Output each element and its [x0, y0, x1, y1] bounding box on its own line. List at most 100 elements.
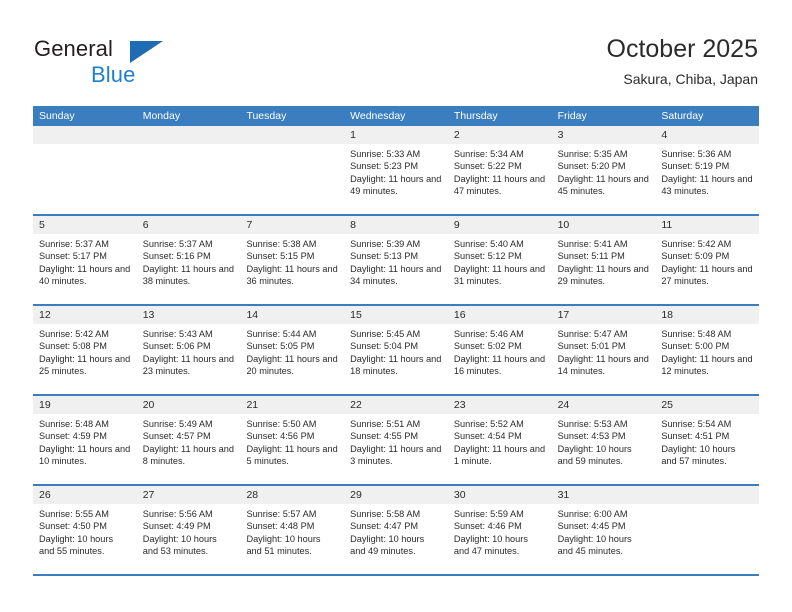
daylight-text: Daylight: 11 hours and 27 minutes.	[661, 263, 753, 286]
calendar-weeks: 1 Sunrise: 5:33 AM Sunset: 5:23 PM Daylight…	[33, 126, 760, 576]
calendar-day-cell[interactable]: 11 Sunrise: 5:42 AM Sunset: 5:09 PM Dayligh…	[655, 216, 760, 304]
calendar-day-cell[interactable]: 10 Sunrise: 5:41 AM Sunset: 5:11 PM Dayligh…	[551, 216, 656, 304]
calendar-day-cell-empty	[655, 486, 760, 574]
daylight-text: Daylight: 11 hours and 40 minutes.	[39, 263, 131, 286]
sunset-text: Sunset: 4:54 PM	[453, 431, 522, 442]
sunset-text: Sunset: 4:48 PM	[246, 521, 315, 532]
sunset-text: Sunset: 5:00 PM	[661, 341, 730, 352]
daylight-text: Daylight: 11 hours and 10 minutes.	[39, 443, 131, 466]
sunrise-text: Sunrise: 5:46 AM	[453, 329, 524, 339]
calendar-day-cell[interactable]: 25 Sunrise: 5:54 AM Sunset: 4:51 PM Dayligh…	[655, 396, 760, 484]
calendar-day-cell[interactable]: 15 Sunrise: 5:45 AM Sunset: 5:04 PM Dayligh…	[344, 306, 448, 394]
calendar-day-cell[interactable]: 22 Sunrise: 5:51 AM Sunset: 4:55 PM Dayligh…	[344, 396, 448, 484]
calendar-day-cell-empty	[136, 126, 241, 214]
calendar-day-cell[interactable]: 5 Sunrise: 5:37 AM Sunset: 5:17 PM Daylight…	[33, 216, 137, 304]
sunset-text: Sunset: 5:20 PM	[557, 161, 626, 172]
day-number: 31	[551, 486, 656, 504]
daylight-text: Daylight: 11 hours and 3 minutes.	[350, 443, 442, 466]
weekday-header-friday: Friday	[557, 110, 587, 122]
day-details: Sunrise: 5:54 AM Sunset: 4:51 PM Daylight:…	[655, 414, 759, 467]
day-details: Sunrise: 5:48 AM Sunset: 5:00 PM Daylight:…	[655, 324, 759, 377]
day-number: 23	[447, 396, 552, 414]
day-details: Sunrise: 5:56 AM Sunset: 4:49 PM Daylight:…	[137, 504, 241, 557]
day-number	[33, 126, 137, 144]
daylight-text: Daylight: 11 hours and 45 minutes.	[557, 173, 649, 196]
day-details: Sunrise: 5:49 AM Sunset: 4:57 PM Daylight:…	[137, 414, 241, 467]
sunrise-text: Sunrise: 5:44 AM	[246, 329, 317, 339]
calendar-day-cell[interactable]: 13 Sunrise: 5:43 AM Sunset: 5:06 PM Dayligh…	[136, 306, 241, 394]
sunset-text: Sunset: 4:49 PM	[142, 521, 211, 532]
day-number: 7	[240, 216, 345, 234]
weekday-header-row: Sunday Monday Tuesday Wednesday Thursday…	[33, 106, 759, 126]
sunset-text: Sunset: 5:04 PM	[350, 341, 419, 352]
day-details: Sunrise: 5:48 AM Sunset: 4:59 PM Daylight:…	[33, 414, 137, 467]
calendar-day-cell[interactable]: 18 Sunrise: 5:48 AM Sunset: 5:00 PM Dayligh…	[655, 306, 760, 394]
day-number: 11	[655, 216, 760, 234]
general-blue-logo[interactable]: General Blue	[34, 36, 254, 92]
day-details: Sunrise: 5:58 AM Sunset: 4:47 PM Daylight:…	[344, 504, 448, 557]
sunrise-text: Sunrise: 5:33 AM	[350, 149, 421, 159]
calendar-day-cell[interactable]: 23 Sunrise: 5:52 AM Sunset: 4:54 PM Dayligh…	[447, 396, 552, 484]
calendar-day-cell[interactable]: 1 Sunrise: 5:33 AM Sunset: 5:23 PM Daylight…	[344, 126, 448, 214]
calendar-day-cell[interactable]: 28 Sunrise: 5:57 AM Sunset: 4:48 PM Dayligh…	[240, 486, 345, 574]
day-details: Sunrise: 5:59 AM Sunset: 4:46 PM Daylight:…	[448, 504, 552, 557]
day-number: 9	[447, 216, 552, 234]
calendar-day-cell[interactable]: 7 Sunrise: 5:38 AM Sunset: 5:15 PM Daylight…	[240, 216, 345, 304]
sunset-text: Sunset: 5:17 PM	[39, 251, 107, 262]
calendar-day-cell[interactable]: 29 Sunrise: 5:58 AM Sunset: 4:47 PM Dayligh…	[344, 486, 448, 574]
sunset-text: Sunset: 5:13 PM	[350, 251, 419, 262]
calendar-day-cell[interactable]: 12 Sunrise: 5:42 AM Sunset: 5:08 PM Dayligh…	[33, 306, 137, 394]
calendar-day-cell[interactable]: 14 Sunrise: 5:44 AM Sunset: 5:05 PM Dayligh…	[240, 306, 345, 394]
sunrise-text: Sunrise: 6:00 AM	[557, 509, 628, 519]
calendar-grid: Sunday Monday Tuesday Wednesday Thursday…	[33, 106, 760, 576]
day-details: Sunrise: 5:37 AM Sunset: 5:17 PM Daylight:…	[33, 234, 137, 287]
day-number: 16	[447, 306, 552, 324]
calendar-day-cell[interactable]: 17 Sunrise: 5:47 AM Sunset: 5:01 PM Dayligh…	[551, 306, 656, 394]
day-details: Sunrise: 5:45 AM Sunset: 5:04 PM Daylight:…	[344, 324, 448, 377]
calendar-day-cell[interactable]: 16 Sunrise: 5:46 AM Sunset: 5:02 PM Dayligh…	[447, 306, 552, 394]
page-subtitle: Sakura, Chiba, Japan	[623, 71, 758, 87]
sunrise-text: Sunrise: 5:42 AM	[661, 239, 732, 249]
calendar-day-cell[interactable]: 24 Sunrise: 5:53 AM Sunset: 4:53 PM Dayligh…	[551, 396, 656, 484]
calendar-day-cell[interactable]: 26 Sunrise: 5:55 AM Sunset: 4:50 PM Dayligh…	[33, 486, 137, 574]
day-number: 21	[240, 396, 345, 414]
weekday-header-thursday: Thursday	[453, 110, 498, 122]
daylight-text: Daylight: 11 hours and 20 minutes.	[246, 353, 338, 376]
day-number: 25	[655, 396, 760, 414]
day-number: 10	[551, 216, 656, 234]
logo-text-general: General	[34, 36, 113, 61]
day-number: 5	[33, 216, 137, 234]
calendar-day-cell[interactable]: 4 Sunrise: 5:36 AM Sunset: 5:19 PM Daylight…	[655, 126, 760, 214]
calendar-day-cell[interactable]: 31 Sunrise: 6:00 AM Sunset: 4:45 PM Dayligh…	[551, 486, 656, 574]
calendar-day-cell[interactable]: 21 Sunrise: 5:50 AM Sunset: 4:56 PM Dayligh…	[240, 396, 345, 484]
calendar-day-cell[interactable]: 19 Sunrise: 5:48 AM Sunset: 4:59 PM Dayligh…	[33, 396, 137, 484]
calendar-week-row: 26 Sunrise: 5:55 AM Sunset: 4:50 PM Dayligh…	[33, 486, 760, 576]
calendar-day-cell[interactable]: 30 Sunrise: 5:59 AM Sunset: 4:46 PM Dayligh…	[447, 486, 552, 574]
sunrise-text: Sunrise: 5:39 AM	[350, 239, 421, 249]
day-number: 27	[136, 486, 241, 504]
sunset-text: Sunset: 5:22 PM	[453, 161, 522, 172]
sunset-text: Sunset: 4:46 PM	[453, 521, 522, 532]
sunset-text: Sunset: 4:57 PM	[142, 431, 211, 442]
daylight-text: Daylight: 11 hours and 36 minutes.	[246, 263, 338, 286]
daylight-text: Daylight: 11 hours and 23 minutes.	[142, 353, 234, 376]
day-number: 13	[136, 306, 241, 324]
day-details: Sunrise: 5:34 AM Sunset: 5:22 PM Daylight:…	[448, 144, 552, 197]
sunset-text: Sunset: 4:56 PM	[246, 431, 315, 442]
calendar-day-cell[interactable]: 8 Sunrise: 5:39 AM Sunset: 5:13 PM Daylight…	[344, 216, 448, 304]
calendar-day-cell[interactable]: 27 Sunrise: 5:56 AM Sunset: 4:49 PM Dayligh…	[136, 486, 241, 574]
calendar-day-cell[interactable]: 20 Sunrise: 5:49 AM Sunset: 4:57 PM Dayligh…	[136, 396, 241, 484]
calendar-day-cell[interactable]: 9 Sunrise: 5:40 AM Sunset: 5:12 PM Daylight…	[447, 216, 552, 304]
weekday-header-wednesday: Wednesday	[350, 110, 406, 122]
calendar-day-cell[interactable]: 2 Sunrise: 5:34 AM Sunset: 5:22 PM Daylight…	[447, 126, 552, 214]
daylight-text: Daylight: 11 hours and 18 minutes.	[350, 353, 442, 376]
daylight-text: Daylight: 10 hours and 53 minutes.	[142, 533, 217, 556]
daylight-text: Daylight: 11 hours and 8 minutes.	[142, 443, 234, 466]
day-number: 15	[344, 306, 448, 324]
sunset-text: Sunset: 5:15 PM	[246, 251, 315, 262]
calendar-day-cell[interactable]: 3 Sunrise: 5:35 AM Sunset: 5:20 PM Daylight…	[551, 126, 656, 214]
day-number	[240, 126, 345, 144]
day-number: 6	[136, 216, 241, 234]
sunset-text: Sunset: 4:53 PM	[557, 431, 626, 442]
calendar-day-cell[interactable]: 6 Sunrise: 5:37 AM Sunset: 5:16 PM Daylight…	[136, 216, 241, 304]
